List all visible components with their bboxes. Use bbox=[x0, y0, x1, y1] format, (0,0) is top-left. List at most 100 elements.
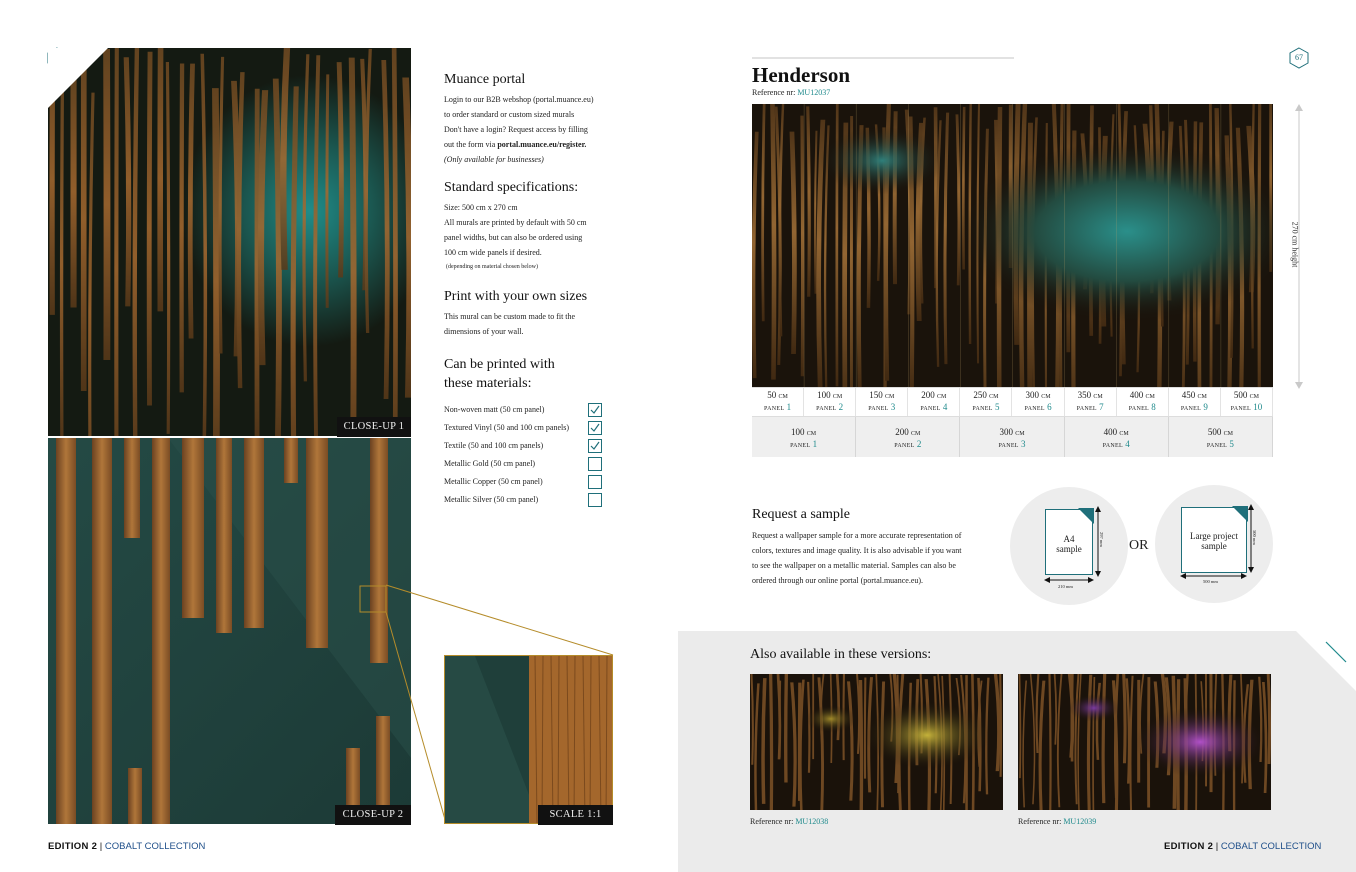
reference-label: Reference nr: bbox=[750, 817, 796, 826]
product-reference: Reference nr: MU12037 bbox=[752, 88, 830, 97]
material-row: Textile (50 and 100 cm panels) bbox=[444, 437, 614, 455]
left-footer: EDITION 2 | COBALT COLLECTION bbox=[48, 841, 205, 852]
closeup-1-image bbox=[48, 48, 411, 436]
panel-cell: 450 CM PANEL 9 bbox=[1169, 388, 1221, 416]
material-checkbox[interactable] bbox=[588, 421, 602, 435]
panel-word: PANEL bbox=[1206, 443, 1228, 449]
panel-word: PANEL bbox=[998, 443, 1019, 449]
materials-heading-line2: these materials: bbox=[444, 376, 532, 391]
mural-image bbox=[752, 104, 1273, 387]
sample-line: colors, textures and image quality. It i… bbox=[752, 546, 962, 555]
panel-number: 1 bbox=[786, 402, 792, 412]
version-2-reference: Reference nr: MU12039 bbox=[1018, 817, 1096, 826]
panel-width: 300 bbox=[999, 427, 1013, 437]
panel-cell: 250 CM PANEL 5 bbox=[960, 388, 1013, 416]
panel-word: PANEL bbox=[1024, 406, 1045, 412]
panel-width: 150 bbox=[869, 390, 883, 400]
specs-heading: Standard specifications: bbox=[444, 180, 579, 195]
specs-line: 100 cm wide panels if desired. bbox=[444, 248, 542, 257]
reference-code[interactable]: MU12038 bbox=[795, 817, 828, 826]
large-height-label: 500 mm bbox=[1251, 530, 1257, 545]
material-row: Metallic Gold (50 cm panel) bbox=[444, 455, 614, 473]
sample-line: Request a wallpaper sample for a more ac… bbox=[752, 531, 962, 540]
wood-slat bbox=[70, 76, 77, 308]
panel-unit: CM bbox=[1249, 394, 1259, 400]
panel-number: 5 bbox=[1229, 439, 1234, 449]
specs-note: (depending on material chosen below) bbox=[446, 264, 538, 270]
material-checkbox[interactable] bbox=[588, 439, 602, 453]
product-title: Henderson bbox=[752, 63, 851, 87]
panel-width: 500 bbox=[1207, 427, 1222, 437]
footer-edition: EDITION 2 bbox=[1164, 841, 1214, 852]
footer-edition: EDITION 2 bbox=[48, 841, 98, 852]
panel-cell: 150 CM PANEL 3 bbox=[856, 388, 909, 416]
panel-width: 450 bbox=[1181, 390, 1196, 400]
portal-register-link[interactable]: portal.muance.eu/register. bbox=[497, 140, 586, 149]
portal-register-line: out the form via portal.muance.eu/regist… bbox=[444, 137, 619, 152]
material-checkbox[interactable] bbox=[588, 475, 602, 489]
panel-unit: CM bbox=[832, 394, 843, 400]
panel-word: PANEL bbox=[1180, 406, 1202, 412]
versions-heading: Also available in these versions: bbox=[750, 647, 932, 662]
material-checkbox[interactable] bbox=[588, 493, 602, 507]
panel-cell: 400 CM PANEL 4 bbox=[1064, 417, 1169, 457]
reference-code[interactable]: MU12039 bbox=[1063, 817, 1096, 826]
specs-section: Standard specifications: Size: 500 cm x … bbox=[444, 178, 619, 272]
right-footer: EDITION 2 | COBALT COLLECTION bbox=[1164, 841, 1321, 852]
panel-unit: CM bbox=[1093, 394, 1103, 400]
material-row: Metallic Silver (50 cm panel) bbox=[444, 491, 614, 509]
panel-width: 500 bbox=[1233, 390, 1248, 400]
scale-label: SCALE 1:1 bbox=[538, 805, 613, 825]
own-sizes-line: dimensions of your wall. bbox=[444, 327, 524, 336]
material-row: Non-woven matt (50 cm panel) bbox=[444, 401, 614, 419]
portal-line: Login to our B2B webshop (portal.muance.… bbox=[444, 95, 594, 104]
footer-collection: COBALT COLLECTION bbox=[104, 841, 206, 852]
closeup-2-image bbox=[48, 438, 411, 824]
panel-unit: CM bbox=[1119, 431, 1129, 437]
large-dimension-arrows bbox=[1180, 504, 1254, 579]
panel-number: 5 bbox=[994, 402, 1000, 412]
own-sizes-line: This mural can be custom made to fit the bbox=[444, 312, 576, 321]
panel-cell: 300 CM PANEL 3 bbox=[960, 417, 1065, 457]
version-2-image[interactable] bbox=[1018, 674, 1271, 810]
panel-cell: 350 CM PANEL 7 bbox=[1065, 388, 1117, 416]
panel-width: 50 bbox=[767, 390, 777, 400]
material-checkbox[interactable] bbox=[588, 457, 602, 471]
panel-unit: CM bbox=[1015, 431, 1025, 437]
title-rule bbox=[752, 57, 1014, 59]
footer-separator: | bbox=[1213, 841, 1221, 852]
panel-number: 4 bbox=[942, 402, 948, 412]
version-1-image[interactable] bbox=[750, 674, 1003, 810]
own-sizes-heading: Print with your own sizes bbox=[444, 289, 588, 304]
panel-number: 6 bbox=[1047, 402, 1052, 412]
reference-label: Reference nr: bbox=[1018, 817, 1064, 826]
sample-line: ordered through our online portal (porta… bbox=[752, 576, 924, 585]
panel-word: PANEL bbox=[816, 406, 837, 412]
panel-word: PANEL bbox=[972, 406, 993, 412]
scale-detail-image bbox=[444, 655, 613, 824]
panel-cell: 400 CM PANEL 8 bbox=[1117, 388, 1169, 416]
portal-line: to order standard or custom sized murals bbox=[444, 110, 575, 119]
panel-cell: 300 CM PANEL 6 bbox=[1012, 388, 1065, 416]
panel-word: PANEL bbox=[1230, 406, 1251, 412]
reference-code: MU12037 bbox=[797, 88, 831, 97]
panel-cell: 200 CM PANEL 2 bbox=[856, 417, 961, 457]
wood-slat bbox=[157, 48, 164, 312]
portal-line: Don't have a login? Request access by fi… bbox=[444, 125, 588, 134]
a4-height-label: 297 mm bbox=[1098, 532, 1104, 547]
material-checkbox[interactable] bbox=[588, 403, 602, 417]
page-number: 67 bbox=[1295, 53, 1303, 62]
portal-note: (Only available for businesses) bbox=[444, 155, 544, 164]
portal-section: Muance portal Login to our B2B webshop (… bbox=[444, 70, 619, 167]
panel-cell: 100 CM PANEL 2 bbox=[804, 388, 857, 416]
panel-cell: 200 CM PANEL 4 bbox=[908, 388, 961, 416]
panel-grid-50: 50 CM PANEL 1 100 CM PANEL 2 150 CM PANEL 3 20… bbox=[752, 387, 1273, 416]
or-label: OR bbox=[1129, 538, 1149, 553]
wood-slat bbox=[146, 51, 153, 406]
panel-number: 10 bbox=[1253, 402, 1263, 412]
material-label: Metallic Silver (50 cm panel) bbox=[444, 495, 539, 504]
closeup-1-label: CLOSE-UP 1 bbox=[337, 417, 411, 437]
panel-unit: CM bbox=[884, 394, 895, 400]
panel-unit: CM bbox=[778, 394, 788, 400]
panel-unit: CM bbox=[806, 431, 817, 437]
